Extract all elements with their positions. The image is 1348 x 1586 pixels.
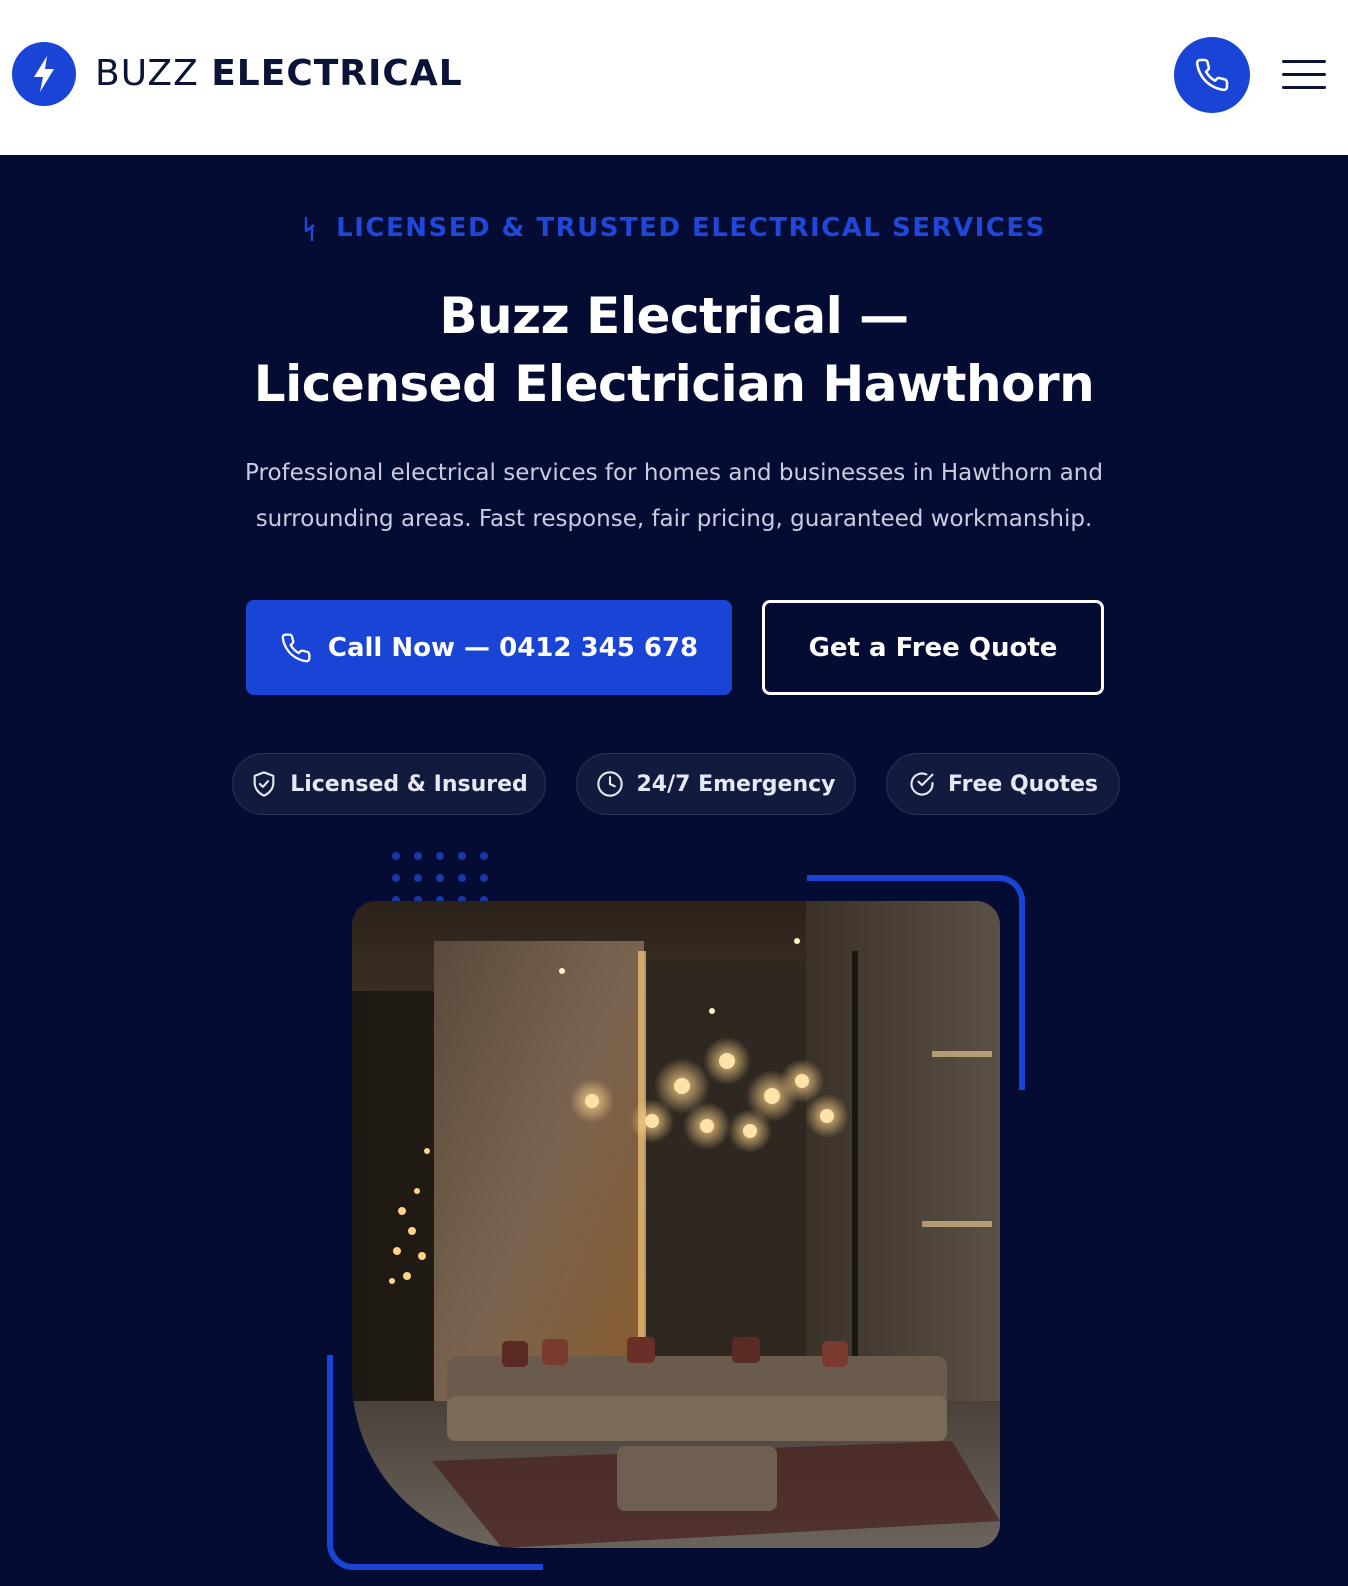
free-quote-button[interactable]: Get a Free Quote [762, 600, 1104, 695]
hero-eyebrow: LICENSED & TRUSTED ELECTRICAL SERVICES [0, 208, 1348, 248]
hero-image-illustration [352, 901, 1000, 1548]
badge-licensed: Licensed & Insured [232, 753, 546, 815]
brand-name[interactable]: BUZZ ELECTRICAL [95, 54, 463, 94]
logo[interactable] [12, 42, 76, 106]
badge-free-quotes: Free Quotes [886, 753, 1120, 815]
lightning-bolt-icon [304, 216, 315, 241]
hamburger-menu-icon[interactable] [1282, 58, 1326, 92]
phone-icon [281, 633, 311, 662]
hero-subtitle: Professional electrical services for hom… [245, 460, 1103, 532]
check-circle-icon [910, 772, 934, 796]
clock-icon [597, 771, 624, 797]
phone-icon [1195, 58, 1229, 92]
lightning-bolt-icon [34, 56, 54, 92]
call-button[interactable] [1174, 37, 1250, 113]
page-title: Buzz Electrical — Licensed Electrician H… [253, 287, 1095, 413]
shield-check-icon [253, 771, 275, 797]
call-now-button[interactable]: Call Now — 0412 345 678 [246, 600, 732, 695]
site-header: BUZZ ELECTRICAL [0, 0, 1348, 155]
badge-emergency: 24/7 Emergency [576, 753, 856, 815]
hero-image [352, 901, 1000, 1548]
